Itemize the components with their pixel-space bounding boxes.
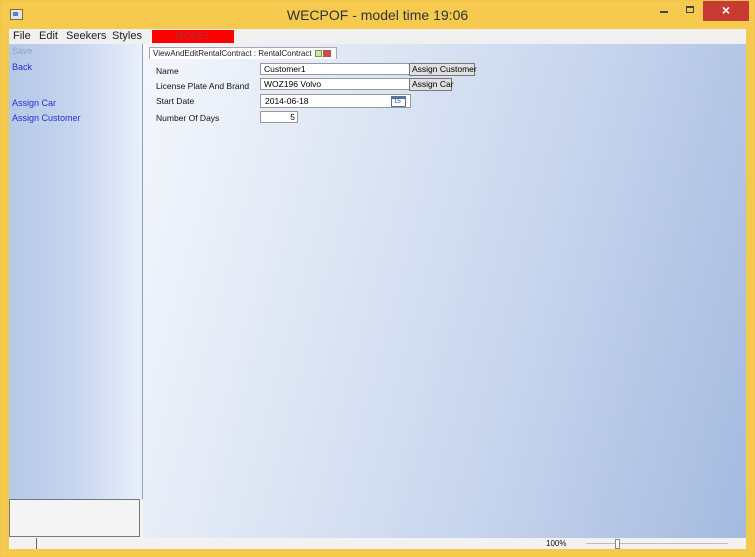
menu-seekers[interactable]: Seekers: [66, 30, 106, 42]
calendar-day: 15: [394, 99, 401, 105]
assign-car-button[interactable]: Assign Car: [409, 78, 454, 91]
back-link[interactable]: Back: [12, 62, 32, 72]
sidebar: Save Back Assign Car Assign Customer: [9, 44, 143, 499]
menu-styles[interactable]: Styles: [112, 30, 142, 42]
close-icon[interactable]: ×: [703, 1, 749, 21]
calendar-icon[interactable]: 15: [391, 96, 406, 107]
menu-bar: File Edit Seekers Styles MODEL REFRESH: [9, 29, 746, 55]
content-area: ViewAndEditRentalContract : RentalContra…: [143, 44, 746, 539]
name-label: Name: [156, 66, 179, 76]
assign-customer-button[interactable]: Assign Customer: [409, 63, 477, 76]
zoom-slider-thumb[interactable]: [615, 539, 621, 549]
number-of-days-field[interactable]: 5: [260, 111, 298, 123]
window-title: WECPOF - model time 19:06: [286, 7, 469, 23]
start-date-label: Start Date: [156, 96, 195, 106]
maximize-icon[interactable]: [677, 1, 703, 21]
status-divider: [36, 538, 37, 549]
app-window: WECPOF - model time 19:06 × File Edit Se…: [0, 0, 755, 557]
model-refresh-button[interactable]: MODEL REFRESH: [152, 30, 234, 55]
days-label: Number Of Days: [156, 113, 220, 123]
zoom-slider[interactable]: [586, 543, 728, 544]
tab-view-edit-rental-contract[interactable]: ViewAndEditRentalContract : RentalContra…: [149, 47, 337, 59]
save-link[interactable]: Save: [12, 46, 33, 56]
start-date-picker[interactable]: 2014-06-18 15: [260, 94, 411, 108]
pin-icon[interactable]: [314, 50, 322, 58]
title-bar[interactable]: WECPOF - model time 19:06 ×: [1, 1, 754, 29]
menu-edit[interactable]: Edit: [39, 30, 58, 42]
sidebar-bottom-panel: [9, 499, 140, 537]
license-label: License Plate And Brand: [156, 81, 250, 91]
tab-close-icon[interactable]: [322, 50, 331, 58]
minimize-icon[interactable]: [651, 1, 677, 21]
tab-label: ViewAndEditRentalContract : RentalContra…: [153, 49, 312, 58]
status-bar: 100%: [9, 538, 746, 549]
app-client: File Edit Seekers Styles MODEL REFRESH S…: [9, 29, 746, 549]
name-field[interactable]: Customer1: [260, 63, 411, 75]
menu-file[interactable]: File: [13, 30, 31, 42]
start-date-value: 2014-06-18: [265, 96, 309, 106]
zoom-level: 100%: [546, 539, 567, 548]
assign-customer-link[interactable]: Assign Customer: [12, 113, 81, 123]
license-plate-field[interactable]: WOZ196 Volvo: [260, 78, 411, 90]
assign-car-link[interactable]: Assign Car: [12, 98, 56, 108]
